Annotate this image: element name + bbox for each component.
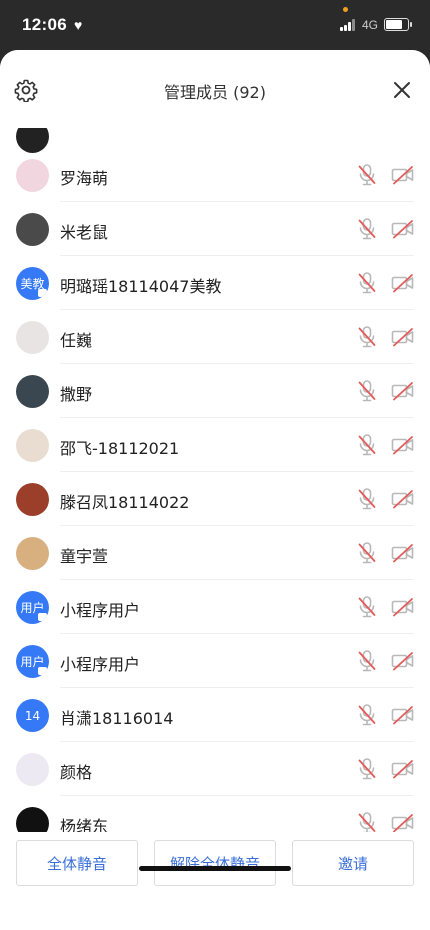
status-time: 12:06 bbox=[22, 15, 67, 34]
member-name: 滕召凤18114022 bbox=[60, 493, 190, 512]
mic-muted-icon[interactable] bbox=[356, 487, 378, 511]
member-name: 任巍 bbox=[60, 331, 93, 350]
device-badge-icon bbox=[38, 613, 47, 621]
avatar bbox=[16, 213, 49, 246]
avatar: 14 bbox=[16, 699, 49, 732]
camera-off-icon[interactable] bbox=[391, 813, 415, 832]
manage-members-sheet: 罗海萌 米老鼠 美教 明璐瑶18114047美教 任巍 撒野 邵飞-181120… bbox=[0, 50, 430, 930]
sheet-header: 管理成员 (92) bbox=[0, 50, 430, 128]
member-name: 杨绪东 bbox=[60, 817, 109, 832]
avatar bbox=[16, 159, 49, 192]
status-bar: 12:06 ♥ 4G bbox=[0, 0, 430, 50]
avatar bbox=[16, 375, 49, 408]
camera-off-icon[interactable] bbox=[391, 165, 415, 185]
member-name: 童宇萱 bbox=[60, 547, 109, 566]
member-row: 撒野 bbox=[0, 364, 430, 418]
member-name: 撒野 bbox=[60, 385, 93, 404]
member-row: 用户 小程序用户 bbox=[0, 634, 430, 688]
member-row: 美教 明璐瑶18114047美教 bbox=[0, 256, 430, 310]
member-row: 罗海萌 bbox=[0, 148, 430, 202]
avatar: 用户 bbox=[16, 591, 49, 624]
camera-off-icon[interactable] bbox=[391, 705, 415, 725]
camera-off-icon[interactable] bbox=[391, 327, 415, 347]
avatar bbox=[16, 321, 49, 354]
mic-muted-icon[interactable] bbox=[356, 325, 378, 349]
member-name: 明璐瑶18114047美教 bbox=[60, 277, 222, 296]
member-row: 任巍 bbox=[0, 310, 430, 364]
member-name: 邵飞-18112021 bbox=[60, 439, 180, 458]
member-name: 小程序用户 bbox=[60, 601, 141, 620]
camera-off-icon[interactable] bbox=[391, 489, 415, 509]
mic-muted-icon[interactable] bbox=[356, 811, 378, 832]
member-row: 童宇萱 bbox=[0, 526, 430, 580]
avatar bbox=[16, 483, 49, 516]
mic-muted-icon[interactable] bbox=[356, 163, 378, 187]
action-bar: 全体静音 解除全体静音 邀请 bbox=[0, 832, 430, 930]
camera-off-icon[interactable] bbox=[391, 597, 415, 617]
member-row: 米老鼠 bbox=[0, 202, 430, 256]
member-name: 罗海萌 bbox=[60, 169, 109, 188]
member-name: 颜格 bbox=[60, 763, 93, 782]
member-row: 颜格 bbox=[0, 742, 430, 796]
heart-icon: ♥ bbox=[74, 17, 83, 33]
member-name: 米老鼠 bbox=[60, 223, 109, 242]
avatar-text: 14 bbox=[24, 708, 41, 723]
avatar: 美教 bbox=[16, 267, 49, 300]
device-badge-icon bbox=[38, 667, 47, 675]
battery-icon bbox=[384, 18, 412, 31]
page-title: 管理成员 (92) bbox=[164, 83, 266, 102]
camera-off-icon[interactable] bbox=[391, 381, 415, 401]
member-row: 用户 小程序用户 bbox=[0, 580, 430, 634]
close-icon[interactable] bbox=[390, 78, 414, 102]
mic-muted-icon[interactable] bbox=[356, 379, 378, 403]
avatar bbox=[16, 429, 49, 462]
camera-off-icon[interactable] bbox=[391, 219, 415, 239]
device-badge-icon bbox=[38, 289, 47, 297]
signal-icon bbox=[340, 19, 356, 31]
member-row: 邵飞-18112021 bbox=[0, 418, 430, 472]
mic-muted-icon[interactable] bbox=[356, 433, 378, 457]
avatar bbox=[16, 807, 49, 832]
camera-off-icon[interactable] bbox=[391, 759, 415, 779]
mic-muted-icon[interactable] bbox=[356, 703, 378, 727]
mic-muted-icon[interactable] bbox=[356, 595, 378, 619]
privacy-indicator-icon bbox=[343, 7, 348, 12]
avatar: 用户 bbox=[16, 645, 49, 678]
mic-muted-icon[interactable] bbox=[356, 649, 378, 673]
member-row: 滕召凤18114022 bbox=[0, 472, 430, 526]
home-indicator bbox=[139, 866, 291, 871]
member-row: 14 肖潇18116014 bbox=[0, 688, 430, 742]
avatar bbox=[16, 537, 49, 570]
mic-muted-icon[interactable] bbox=[356, 217, 378, 241]
camera-off-icon[interactable] bbox=[391, 543, 415, 563]
invite-button[interactable]: 邀请 bbox=[292, 840, 414, 886]
mute-all-button[interactable]: 全体静音 bbox=[16, 840, 138, 886]
camera-off-icon[interactable] bbox=[391, 273, 415, 293]
camera-off-icon[interactable] bbox=[391, 435, 415, 455]
network-type: 4G bbox=[362, 18, 379, 32]
member-list[interactable]: 罗海萌 米老鼠 美教 明璐瑶18114047美教 任巍 撒野 邵飞-181120… bbox=[0, 94, 430, 832]
mic-muted-icon[interactable] bbox=[356, 757, 378, 781]
mic-muted-icon[interactable] bbox=[356, 541, 378, 565]
mic-muted-icon[interactable] bbox=[356, 271, 378, 295]
camera-off-icon[interactable] bbox=[391, 651, 415, 671]
member-name: 肖潇18116014 bbox=[60, 709, 174, 728]
member-row: 杨绪东 bbox=[0, 796, 430, 832]
member-name: 小程序用户 bbox=[60, 655, 141, 674]
unmute-all-button[interactable]: 解除全体静音 bbox=[154, 840, 276, 886]
avatar bbox=[16, 753, 49, 786]
